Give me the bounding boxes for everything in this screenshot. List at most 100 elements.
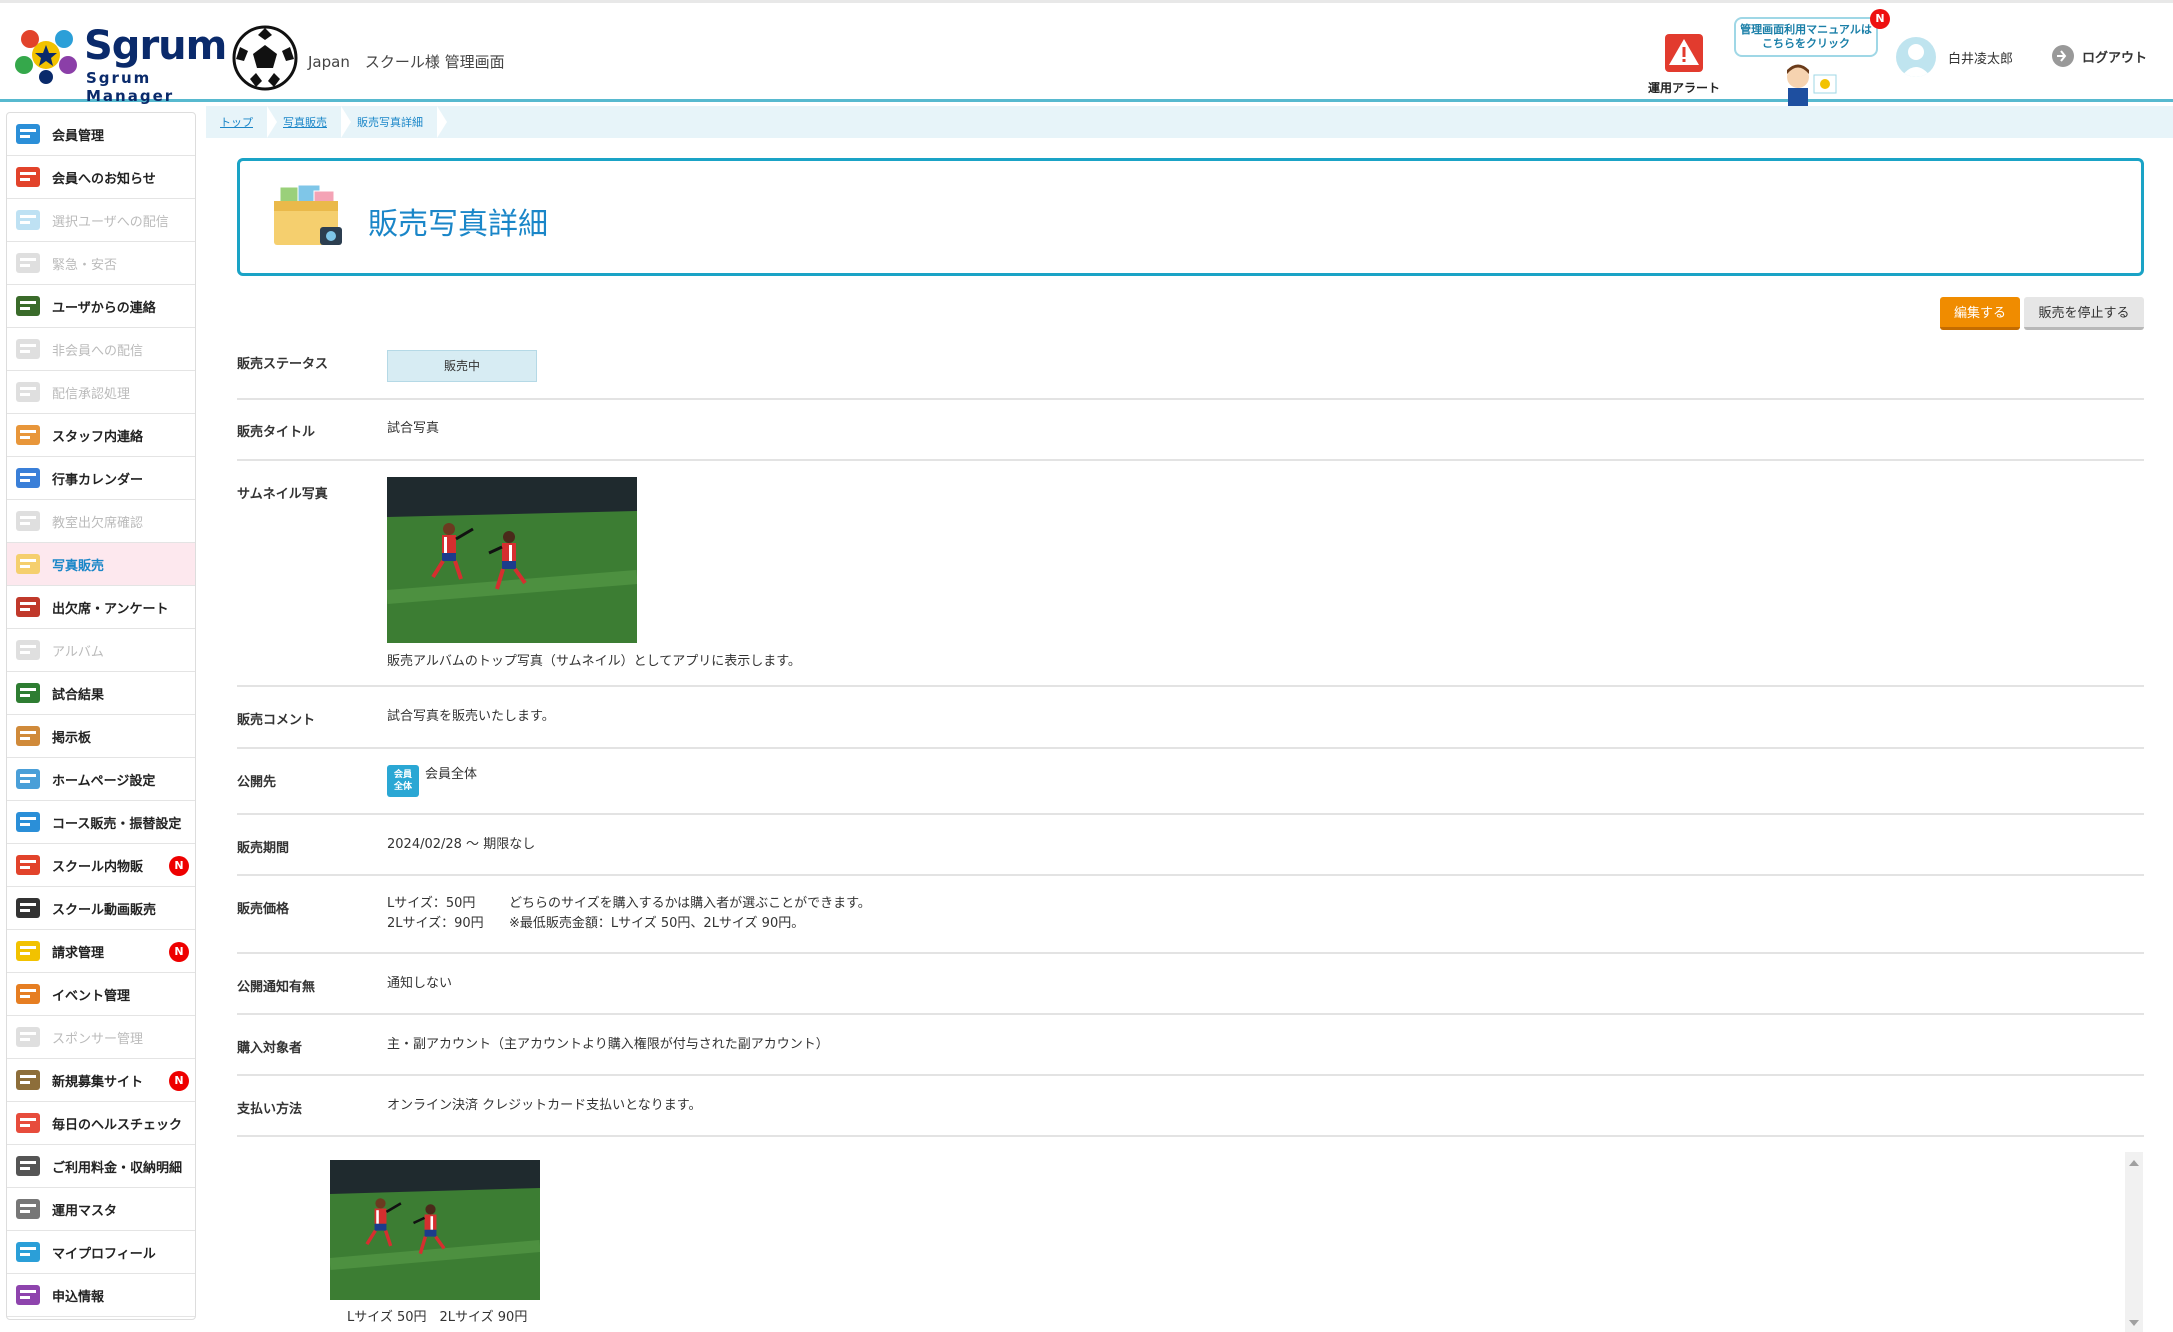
- sidebar-item-20[interactable]: イベント管理: [7, 973, 195, 1016]
- sidebar-item-label: 緊急・安否: [52, 257, 118, 273]
- sidebar-item-15[interactable]: ホームページ設定: [7, 758, 195, 801]
- manual-bubble: 管理画面利用マニュアルは こちらをクリック: [1734, 17, 1878, 57]
- survey-icon: [16, 597, 40, 617]
- sidebar-item-label: 申込情報: [52, 1289, 105, 1305]
- sidebar-item-4[interactable]: ユーザからの連絡: [7, 285, 195, 328]
- invoice-icon: [16, 941, 40, 961]
- publish-value-wrap: 会員 全体会員全体: [387, 765, 477, 797]
- sidebar-item-5: 非会員への配信: [7, 328, 195, 371]
- sidebar-item-16[interactable]: コース販売・振替設定: [7, 801, 195, 844]
- sidebar-item-25[interactable]: 運用マスタ: [7, 1188, 195, 1231]
- sidebar-item-10[interactable]: 写真販売: [7, 543, 195, 586]
- logout-button[interactable]: ログアウト: [2052, 45, 2147, 67]
- sidebar-item-6: 配信承認処理: [7, 371, 195, 414]
- sidebar-item-0[interactable]: 会員管理: [7, 113, 195, 156]
- sidebar-item-7[interactable]: スタッフ内連絡: [7, 414, 195, 457]
- sidebar-item-label: スタッフ内連絡: [52, 429, 144, 445]
- staff-icon: [16, 425, 40, 445]
- album-icon: [16, 640, 40, 660]
- sidebar-item-2: 選択ユーザへの配信: [7, 199, 195, 242]
- new-badge: N: [1870, 9, 1890, 29]
- period-value: 2024/02/28 〜 期限なし: [387, 837, 536, 852]
- sidebar-item-label: スクール内物販: [52, 859, 144, 875]
- stop-sale-button[interactable]: 販売を停止する: [2024, 297, 2144, 330]
- status-badge: 販売中: [387, 350, 537, 382]
- scroll-down-icon[interactable]: [2129, 1320, 2139, 1326]
- health-icon: [16, 1113, 40, 1133]
- operation-alert-button[interactable]: 運用アラート: [1640, 33, 1728, 97]
- sale-photo[interactable]: [330, 1160, 540, 1300]
- thumbnail-label: サムネイル写真: [237, 487, 328, 502]
- sidebar-item-26[interactable]: マイプロフィール: [7, 1231, 195, 1274]
- scroll-up-icon[interactable]: [2129, 1160, 2139, 1166]
- sidebar-item-22[interactable]: 新規募集サイト N: [7, 1059, 195, 1102]
- sidebar-item-18[interactable]: スクール動画販売: [7, 887, 195, 930]
- page-title-box: 販売写真詳細: [237, 158, 2144, 276]
- sidebar-item-label: 配信承認処理: [52, 386, 131, 402]
- members-icon: [16, 124, 40, 144]
- sidebar-item-label: スポンサー管理: [52, 1031, 144, 1047]
- select-delivery-icon: [16, 210, 40, 230]
- sidebar-item-label: 写真販売: [52, 558, 105, 574]
- status-value: 販売中: [387, 350, 537, 382]
- sidebar-item-23[interactable]: 毎日のヘルスチェック: [7, 1102, 195, 1145]
- sidebar-nav: 会員管理 会員へのお知らせ 選択ユーザへの配信緊急・安否ユーザからの連絡非会員への配…: [6, 112, 196, 1320]
- comment-label: 販売コメント: [237, 713, 316, 728]
- video-icon: [16, 898, 40, 918]
- sidebar-item-label: アルバム: [52, 644, 104, 660]
- application-icon: [16, 1285, 40, 1305]
- new-badge: N: [169, 942, 189, 962]
- gears-icon: [16, 1199, 40, 1219]
- sidebar-item-label: 非会員への配信: [52, 343, 144, 359]
- sgrum-logo[interactable]: Sgrum Sgrum Manager: [12, 21, 227, 105]
- sidebar-item-label: 教室出欠席確認: [52, 515, 144, 531]
- sidebar-item-label: イベント管理: [52, 988, 131, 1004]
- sidebar-item-21: スポンサー管理: [7, 1016, 195, 1059]
- sidebar-item-label: ホームページ設定: [52, 773, 156, 789]
- photo-list-scrollbar[interactable]: [2125, 1152, 2143, 1332]
- manual-link[interactable]: 管理画面利用マニュアルは こちらをクリック N: [1732, 9, 1890, 111]
- badge-line-2: 全体: [393, 782, 412, 792]
- sidebar-item-14[interactable]: 掲示板: [7, 715, 195, 758]
- badge-line-1: 会員: [393, 770, 412, 780]
- sidebar-item-1[interactable]: 会員へのお知らせ: [7, 156, 195, 199]
- app-header: Sgrum Sgrum Manager Japan スクール様 管理画面 運用ア…: [0, 0, 2173, 111]
- photo-list-panel: Lサイズ 50円 2Lサイズ 90円: [237, 1150, 2144, 1332]
- sidebar-item-11[interactable]: 出欠席・アンケート: [7, 586, 195, 629]
- manual-text-1: 管理画面利用マニュアルは: [1740, 23, 1872, 36]
- edit-button[interactable]: 編集する: [1940, 297, 2020, 330]
- sidebar-item-8[interactable]: 行事カレンダー: [7, 457, 195, 500]
- thumbnail-value: 販売アルバムのトップ写真（サムネイル）としてアプリに表示します。: [386, 477, 801, 672]
- sidebar-item-label: マイプロフィール: [52, 1246, 156, 1262]
- sgrum-logo-icon: [15, 30, 77, 84]
- row-comment: 販売コメント 試合写真を販売いたします。: [237, 687, 2144, 749]
- calendar-icon: [16, 468, 40, 488]
- breadcrumb-top[interactable]: トップ: [206, 106, 277, 138]
- sidebar-item-label: コース販売・振替設定: [52, 816, 182, 832]
- publish-value: 会員全体: [425, 767, 478, 782]
- sidebar-item-17[interactable]: スクール内物販 N: [7, 844, 195, 887]
- payment-label: 支払い方法: [237, 1102, 303, 1117]
- sidebar-item-label: 運用マスタ: [52, 1203, 118, 1219]
- row-thumbnail: サムネイル写真 販売アルバムのトップ写真（サムネイル）としてアプリに表示します。: [237, 461, 2144, 687]
- sidebar-item-24[interactable]: ご利用料金・収納明細: [7, 1145, 195, 1188]
- homepage-icon: [16, 769, 40, 789]
- breadcrumb-photo-sale[interactable]: 写真販売: [269, 106, 351, 138]
- sidebar-item-label: 試合結果: [52, 687, 105, 703]
- event-icon: [16, 984, 40, 1004]
- manual-text-2: こちらをクリック: [1762, 37, 1850, 50]
- logout-icon: [2052, 45, 2074, 67]
- thumbnail-photo[interactable]: [386, 477, 638, 643]
- sidebar-item-13[interactable]: 試合結果: [7, 672, 195, 715]
- sale-title-value: 試合写真: [387, 421, 440, 436]
- row-buyer: 購入対象者 主・副アカウント（主アカウントより購入権限が付与された副アカウント）: [237, 1015, 2144, 1076]
- thumbnail-note: 販売アルバムのトップ写真（サムネイル）としてアプリに表示します。: [387, 654, 801, 669]
- user-menu[interactable]: 白井凌太郎: [1896, 35, 2013, 79]
- sidebar-item-27[interactable]: 申込情報: [7, 1274, 195, 1317]
- user-contact-icon: [16, 296, 40, 316]
- price-note-2: ※最低販売金額：Lサイズ 50円、2Lサイズ 90円。: [509, 916, 805, 931]
- sidebar-item-19[interactable]: 請求管理 N: [7, 930, 195, 973]
- new-badge: N: [169, 856, 189, 876]
- new-badge: N: [169, 1071, 189, 1091]
- row-notify: 公開通知有無 通知しない: [237, 954, 2144, 1015]
